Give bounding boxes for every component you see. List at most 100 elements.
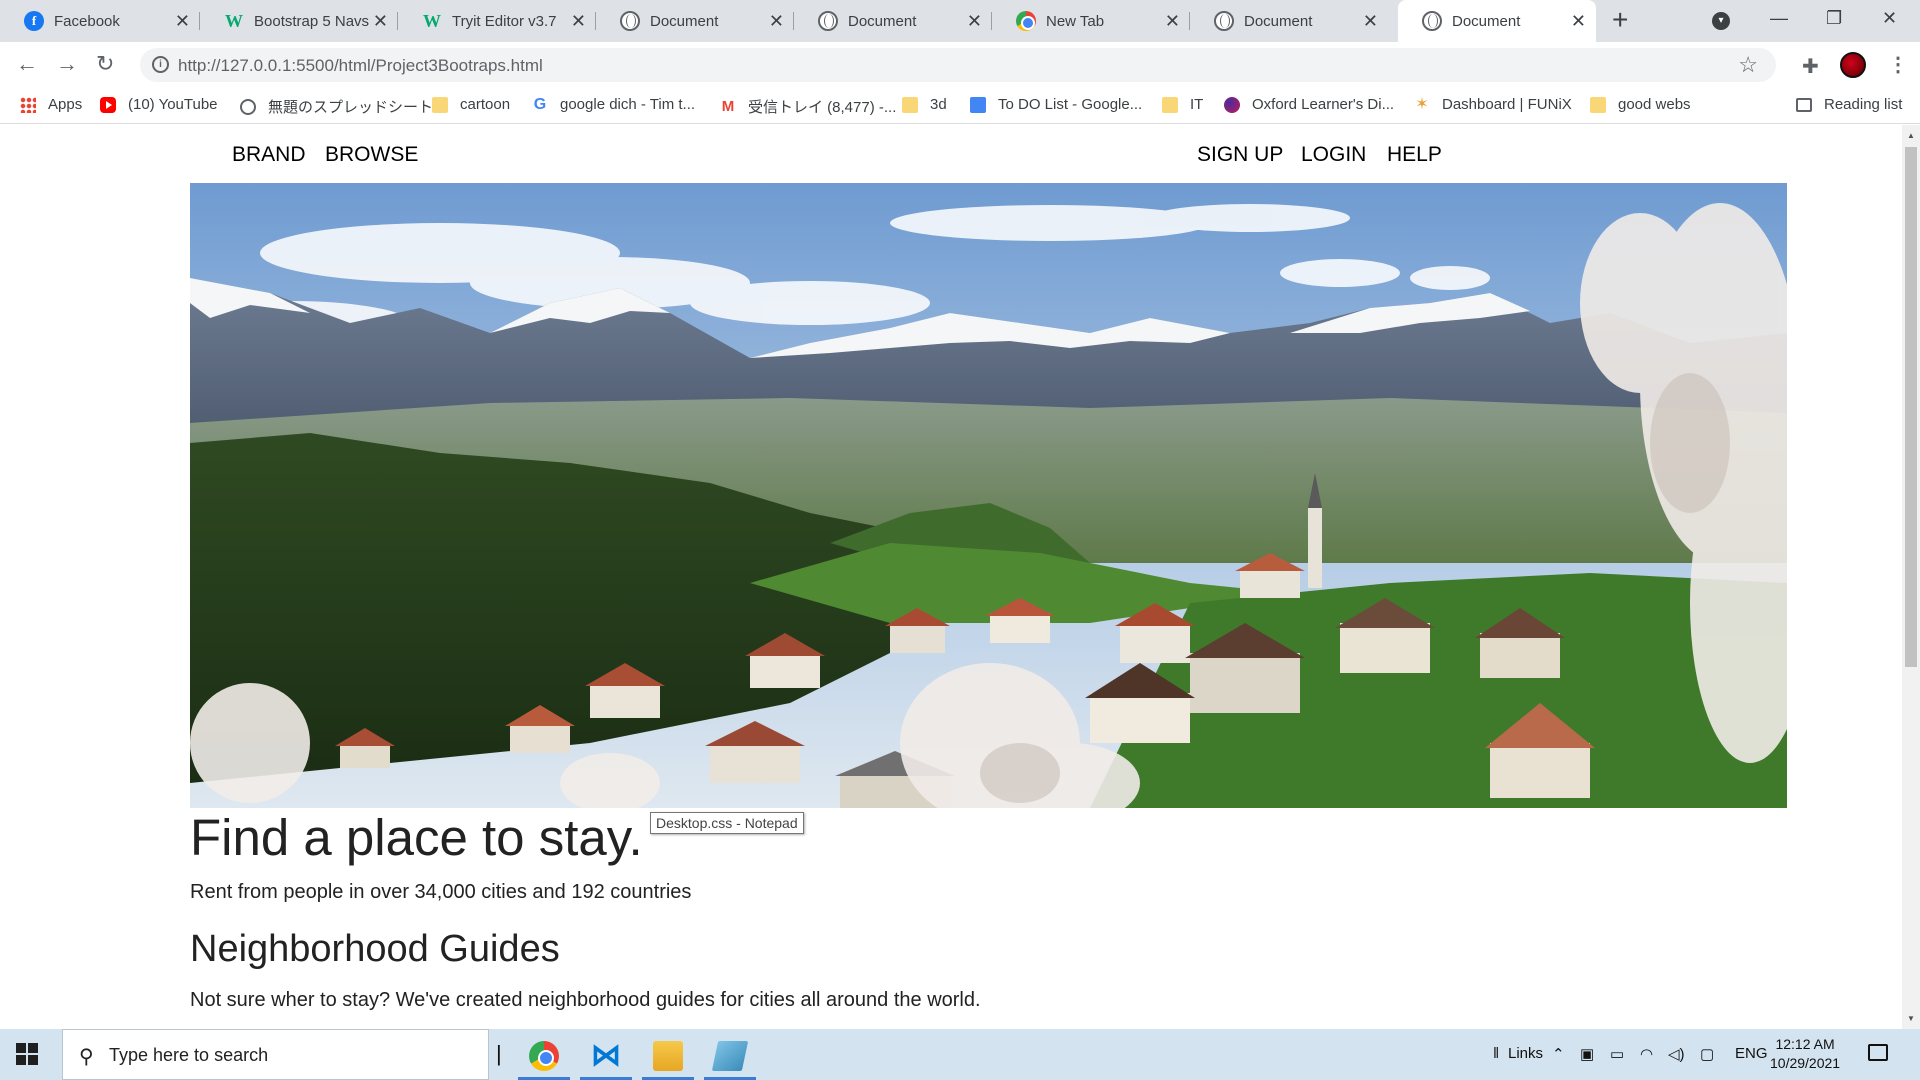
bookmark-spreadsheet[interactable]: 無題のスプレッドシート... <box>240 96 446 117</box>
reading-list-icon <box>1796 97 1812 112</box>
page-scrollbar[interactable]: ▲ ▼ <box>1902 125 1920 1029</box>
close-icon[interactable]: ✕ <box>1165 12 1180 30</box>
reading-list-button[interactable]: Reading list <box>1796 96 1902 113</box>
tab-tryit-editor[interactable]: W Tryit Editor v3.7 ✕ <box>398 0 596 42</box>
folder-icon <box>1162 96 1178 113</box>
taskbar-vscode[interactable]: ⋈ <box>576 1029 636 1080</box>
links-toolbar[interactable]: Links <box>1508 1045 1543 1062</box>
tab-document-1[interactable]: Document ✕ <box>596 0 794 42</box>
chrome-icon <box>529 1041 559 1071</box>
bookmark-star-icon[interactable]: ☆ <box>1738 52 1758 78</box>
profile-avatar[interactable] <box>1840 52 1866 78</box>
battery-icon[interactable]: ▭ <box>1610 1045 1624 1063</box>
scroll-down-arrow-icon[interactable]: ▼ <box>1907 1014 1915 1023</box>
close-icon[interactable]: ✕ <box>967 12 982 30</box>
windows-start-icon[interactable] <box>16 1043 38 1065</box>
tab-new-tab[interactable]: New Tab ✕ <box>992 0 1190 42</box>
bookmark-google-dich[interactable]: G google dich - Tim t... <box>532 96 695 113</box>
extensions-puzzle-icon[interactable]: ✚ <box>1802 54 1819 79</box>
meet-now-icon[interactable]: ▢ <box>1700 1045 1714 1063</box>
bookmark-3d[interactable]: 3d <box>902 96 947 113</box>
close-icon[interactable]: ✕ <box>1363 12 1378 30</box>
reading-list-label: Reading list <box>1824 96 1903 113</box>
bookmark-cartoon[interactable]: cartoon <box>432 96 510 113</box>
window-close-icon[interactable]: ✕ <box>1882 8 1897 29</box>
tab-title: Bootstrap 5 Navs <box>254 12 370 30</box>
forward-arrow-icon[interactable]: → <box>56 52 78 76</box>
nav-browse-link[interactable]: BROWSE <box>325 143 418 167</box>
file-explorer-icon <box>653 1041 683 1071</box>
globe-icon <box>620 11 640 31</box>
search-icon: ⚲ <box>79 1046 94 1068</box>
tab-title: Facebook <box>54 12 120 30</box>
notification-center-icon[interactable] <box>1868 1044 1888 1061</box>
nav-signup-link[interactable]: SIGN UP <box>1197 143 1283 167</box>
tab-document-3[interactable]: Document ✕ <box>1190 0 1388 42</box>
tab-search-chevron-icon[interactable]: ▾ <box>1712 12 1730 30</box>
search-placeholder: Type here to search <box>109 1045 269 1065</box>
bookmark-funix[interactable]: ✶ Dashboard | FUNiX <box>1414 96 1571 113</box>
new-tab-plus-icon[interactable]: + <box>1612 6 1628 34</box>
youtube-icon <box>100 96 116 113</box>
menu-kebab-icon[interactable]: ⋮ <box>1888 52 1908 77</box>
folder-icon <box>1590 96 1606 113</box>
close-icon[interactable]: ✕ <box>1571 12 1586 30</box>
folder-icon <box>432 96 448 113</box>
tab-strip: f Facebook ✕ W Bootstrap 5 Navs ✕ W Tryi… <box>0 0 1920 42</box>
google-icon: G <box>533 95 547 113</box>
nav-login-link[interactable]: LOGIN <box>1301 143 1366 167</box>
globe-icon <box>1422 11 1442 31</box>
tab-title: Tryit Editor v3.7 <box>452 12 557 30</box>
tab-title: Document <box>650 12 719 30</box>
close-icon[interactable]: ✕ <box>571 12 586 30</box>
tab-title: Document <box>1244 12 1313 30</box>
bookmark-gmail[interactable]: M 受信トレイ (8,477) -... <box>720 96 897 117</box>
address-bar[interactable]: i http://127.0.0.1:5500/html/Project3Boo… <box>140 48 1776 82</box>
bookmark-label: Oxford Learner's Di... <box>1252 96 1395 113</box>
taskbar-notepad[interactable] <box>700 1029 760 1080</box>
tab-document-2[interactable]: Document ✕ <box>794 0 992 42</box>
bookmark-youtube[interactable]: (10) YouTube <box>100 96 218 113</box>
close-icon[interactable]: ✕ <box>769 12 784 30</box>
back-arrow-icon[interactable]: ← <box>16 52 38 76</box>
close-icon[interactable]: ✕ <box>373 12 388 30</box>
hero-image <box>190 183 1787 808</box>
tab-title: New Tab <box>1046 12 1105 30</box>
tab-bootstrap-navs[interactable]: W Bootstrap 5 Navs ✕ <box>200 0 398 42</box>
bookmark-oxford[interactable]: Oxford Learner's Di... <box>1224 96 1394 113</box>
bookmark-apps[interactable]: Apps <box>20 96 82 113</box>
reload-icon[interactable]: ↻ <box>96 52 114 76</box>
site-info-icon[interactable]: i <box>152 56 169 73</box>
bookmark-it[interactable]: IT <box>1162 96 1203 113</box>
bookmark-label: cartoon <box>460 96 511 113</box>
tab-title: Document <box>848 12 917 30</box>
bookmark-good-webs[interactable]: good webs <box>1590 96 1691 113</box>
taskbar-search-box[interactable]: ⚲ Type here to search <box>62 1029 489 1080</box>
tab-document-active[interactable]: Document ✕ <box>1398 0 1596 42</box>
minimize-icon[interactable]: — <box>1770 8 1788 29</box>
section-heading: Neighborhood Guides <box>190 928 560 970</box>
taskbar-chrome[interactable] <box>514 1029 574 1080</box>
volume-icon[interactable]: ◁) <box>1668 1045 1685 1063</box>
url-text[interactable]: http://127.0.0.1:5500/html/Project3Bootr… <box>178 56 543 76</box>
scrollbar-thumb[interactable] <box>1905 147 1917 667</box>
nav-help-link[interactable]: HELP <box>1387 143 1442 167</box>
task-view-icon[interactable]: | <box>496 1041 502 1067</box>
folder-icon <box>902 96 918 113</box>
close-icon[interactable]: ✕ <box>175 12 190 30</box>
wifi-icon[interactable]: ◠ <box>1640 1045 1653 1063</box>
language-indicator[interactable]: ENG <box>1735 1045 1768 1062</box>
w3schools-icon: W <box>225 10 243 31</box>
globe-icon <box>1214 11 1234 31</box>
security-icon[interactable]: ▣ <box>1580 1045 1594 1063</box>
clock-date: 10/29/2021 <box>1770 1055 1841 1071</box>
tab-facebook[interactable]: f Facebook ✕ <box>0 0 200 42</box>
scroll-up-arrow-icon[interactable]: ▲ <box>1907 131 1915 140</box>
show-hidden-icons-chevron-icon[interactable]: ⌃ <box>1552 1045 1565 1063</box>
taskbar-file-explorer[interactable] <box>638 1029 698 1080</box>
nav-brand-link[interactable]: BRAND <box>232 143 306 167</box>
restore-icon[interactable]: ❐ <box>1826 8 1842 29</box>
bookmark-todo-list[interactable]: To DO List - Google... <box>970 96 1142 113</box>
windows-taskbar: ⚲ Type here to search | ⋈ ‖ Links ⌃ ▣ ▭ … <box>0 1029 1920 1080</box>
system-clock[interactable]: 12:12 AM 10/29/2021 <box>1770 1035 1840 1073</box>
